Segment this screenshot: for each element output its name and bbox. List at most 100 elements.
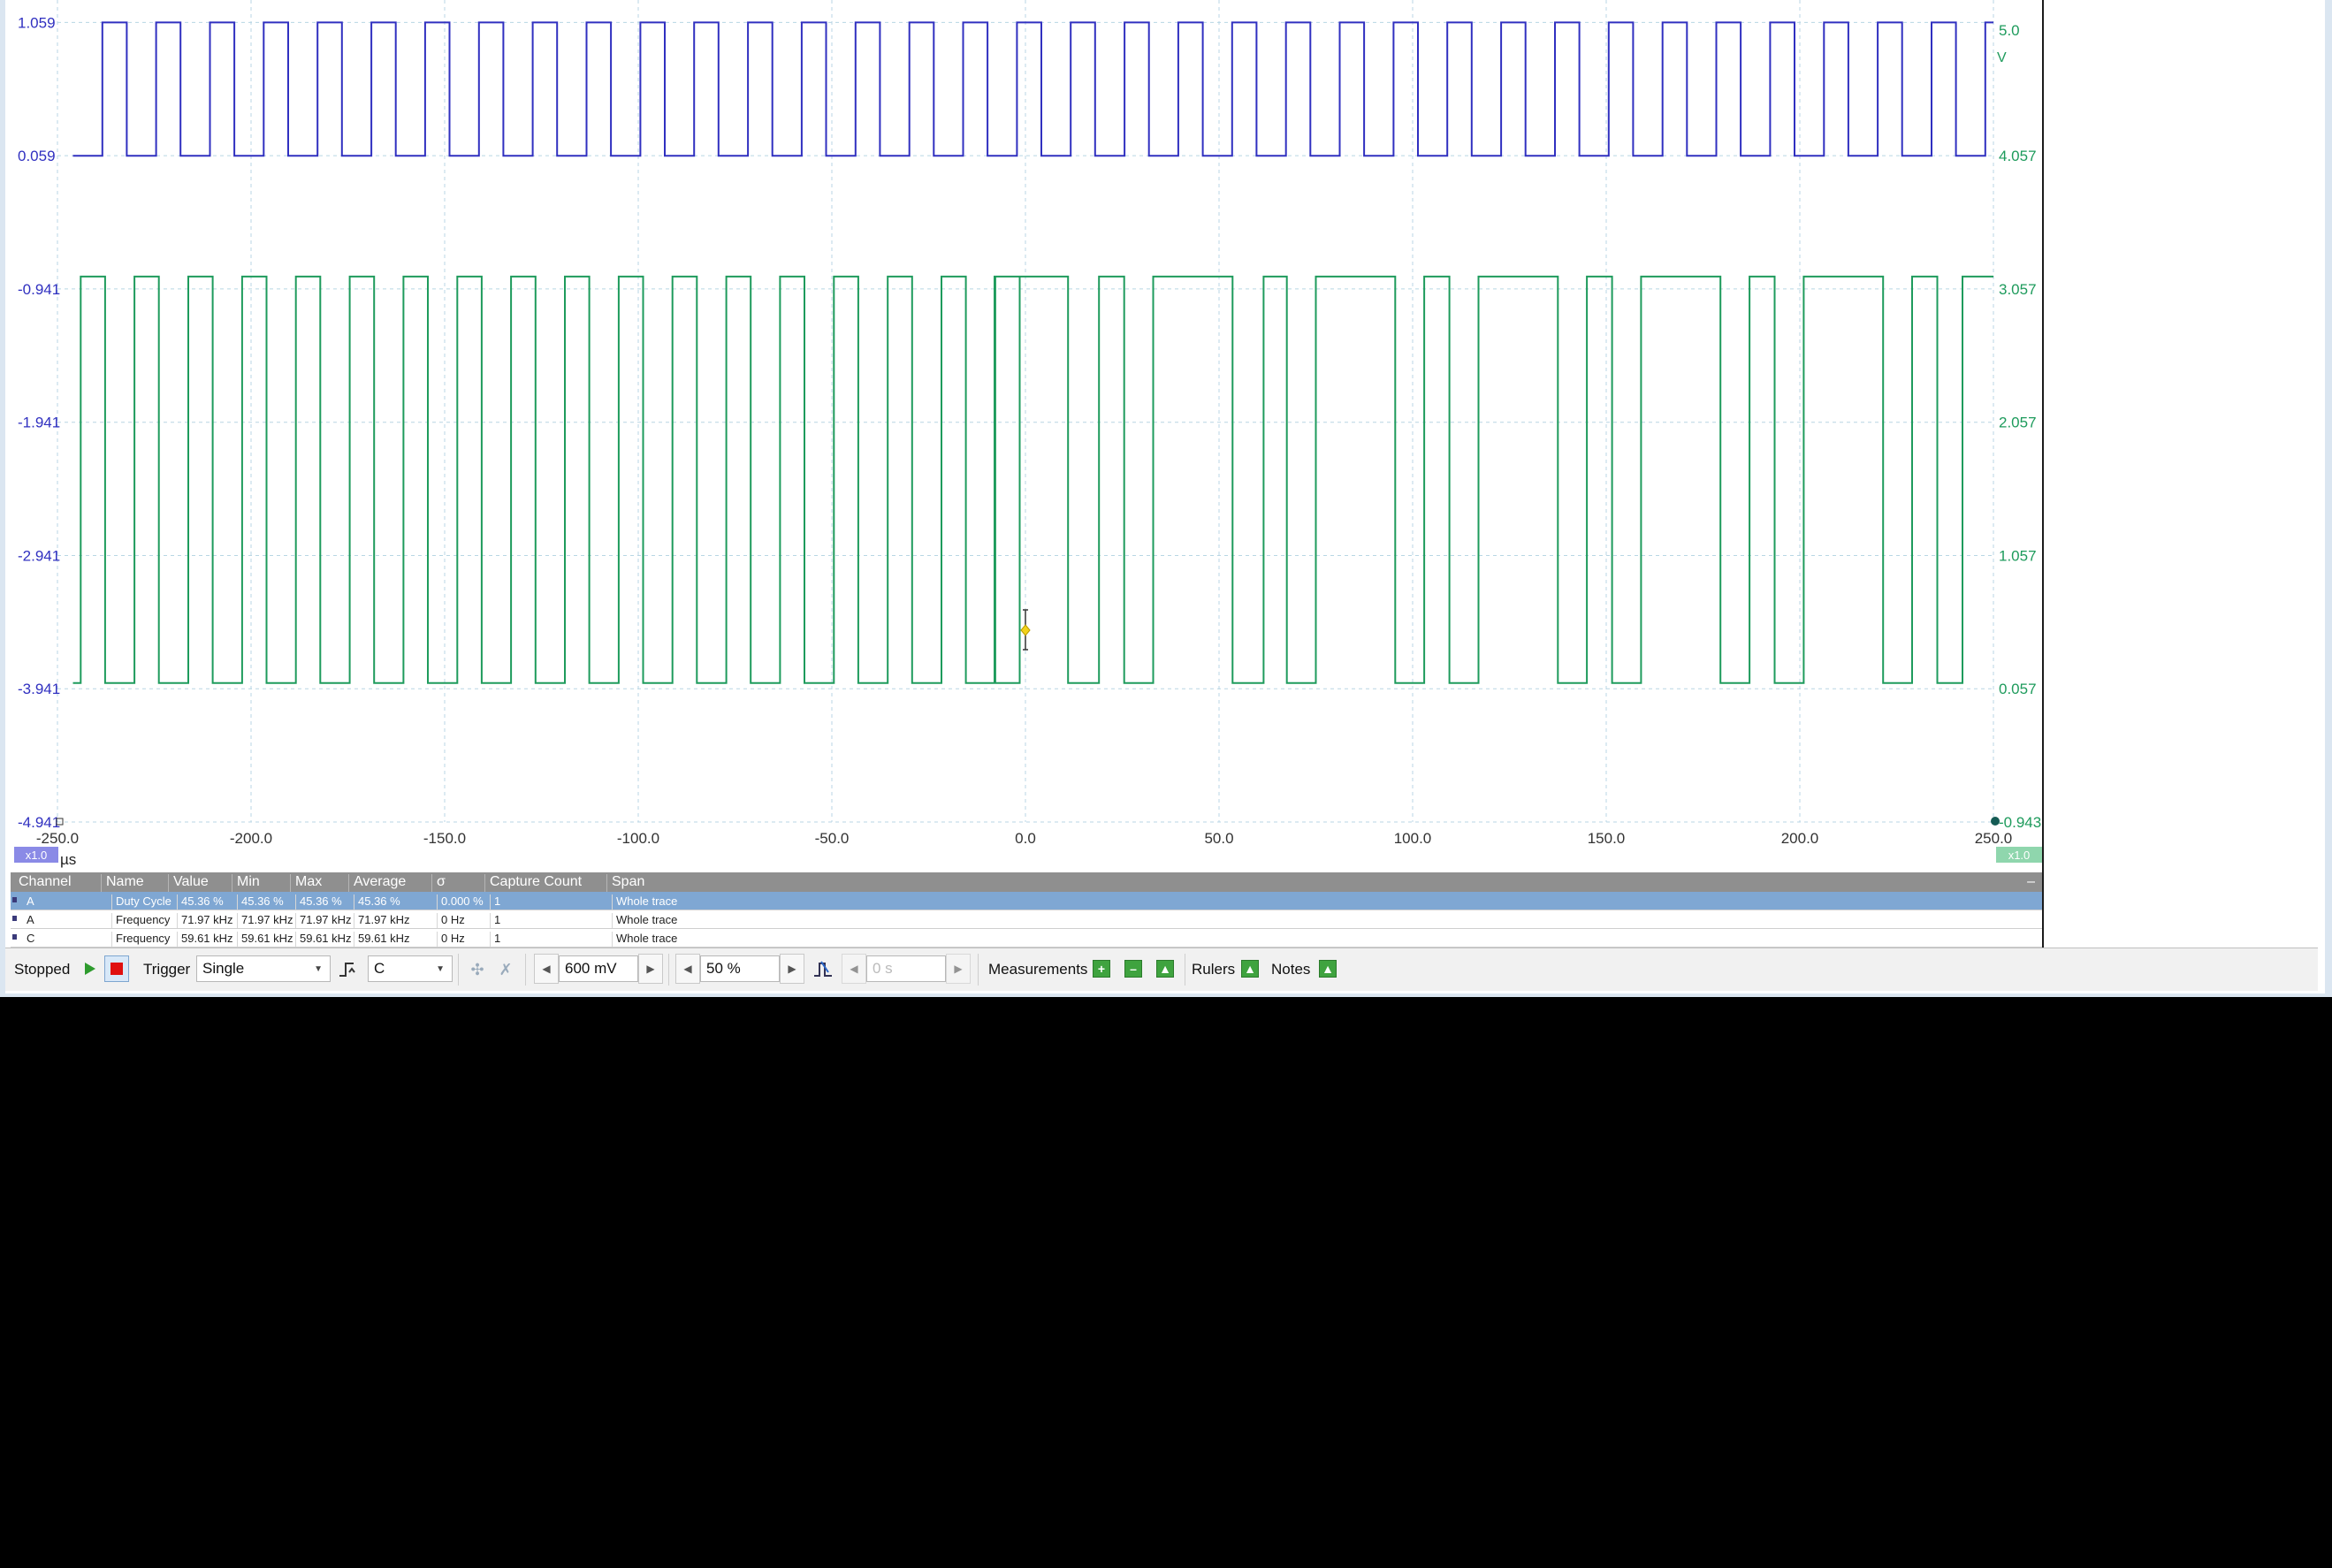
x-tick-label: 50.0 bbox=[1204, 830, 1233, 847]
table-row[interactable]: A Duty Cycle 45.36 % 45.36 % 45.36 % 45.36 % 0… bbox=[11, 892, 2042, 910]
wand-off-icon: ✗ bbox=[499, 960, 513, 978]
trigger-marker[interactable] bbox=[1020, 624, 1031, 636]
left-tick-label: -4.941 bbox=[18, 814, 60, 831]
cell-sigma: 0 Hz bbox=[437, 932, 465, 947]
measurements-label: Measurements bbox=[988, 961, 1088, 978]
cell-average: 45.36 % bbox=[354, 894, 400, 910]
cell-span: Whole trace bbox=[612, 894, 677, 910]
waveform-chart[interactable]: 1.059 0.059 -0.941 -1.941 -2.941 -3.941 -4.941… bbox=[5, 0, 2042, 872]
threshold-increase-button[interactable]: ▶ bbox=[638, 954, 663, 984]
pretrigger-decrease-button[interactable]: ◀ bbox=[675, 954, 700, 984]
notes-button[interactable]: ▲ bbox=[1319, 960, 1337, 978]
col-channel[interactable]: Channel bbox=[14, 874, 72, 892]
delay-decrease-button[interactable]: ◀ bbox=[842, 954, 866, 984]
trigger-source-select[interactable]: C ▼ bbox=[368, 955, 453, 982]
left-tick-label: -2.941 bbox=[18, 547, 60, 564]
collapse-button[interactable]: – bbox=[2023, 874, 2035, 892]
col-min[interactable]: Min bbox=[232, 874, 260, 892]
col-sigma[interactable]: σ bbox=[431, 874, 446, 892]
left-tick-label: -3.941 bbox=[18, 681, 60, 697]
threshold-decrease-button[interactable]: ◀ bbox=[534, 954, 559, 984]
plus-icon: + bbox=[1097, 962, 1106, 976]
separator bbox=[458, 954, 459, 986]
chevron-right-icon: ▶ bbox=[646, 963, 655, 975]
left-zoom-badge-text: x1.0 bbox=[26, 849, 48, 862]
table-row[interactable]: C Frequency 59.61 kHz 59.61 kHz 59.61 kHz 59.… bbox=[11, 929, 2042, 948]
cell-max: 71.97 kHz bbox=[295, 913, 352, 928]
cell-count: 1 bbox=[490, 894, 500, 910]
right-tick-label: 2.057 bbox=[1999, 415, 2037, 431]
cell-average: 59.61 kHz bbox=[354, 932, 410, 947]
trigger-edge-button[interactable] bbox=[336, 957, 361, 982]
right-axis-unit: V bbox=[1997, 50, 2007, 65]
separator bbox=[668, 954, 669, 986]
chevron-left-icon: ◀ bbox=[542, 963, 551, 975]
delay-value: 0 s bbox=[873, 960, 893, 977]
clear-arm-button[interactable]: ✗ bbox=[493, 957, 518, 982]
cell-count: 1 bbox=[490, 932, 500, 947]
right-tick-label: 5.0 bbox=[1999, 22, 2020, 39]
col-span[interactable]: Span bbox=[606, 874, 644, 892]
x-tick-label: -50.0 bbox=[815, 830, 850, 847]
stop-button[interactable] bbox=[104, 955, 129, 982]
separator bbox=[525, 954, 526, 986]
col-value[interactable]: Value bbox=[168, 874, 209, 892]
rising-edge-icon bbox=[339, 963, 355, 977]
pretrigger-value: 50 % bbox=[706, 960, 741, 977]
right-tick-label: 1.057 bbox=[1999, 547, 2037, 564]
right-tick-label: 4.057 bbox=[1999, 148, 2037, 164]
col-capture-count[interactable]: Capture Count bbox=[484, 874, 582, 892]
delay-input[interactable]: 0 s bbox=[866, 955, 946, 982]
cell-count: 1 bbox=[490, 913, 500, 928]
cell-max: 59.61 kHz bbox=[295, 932, 352, 947]
add-measurement-button[interactable]: + bbox=[1093, 960, 1110, 978]
auto-arm-button[interactable]: ✣ bbox=[465, 957, 490, 982]
cell-channel: A bbox=[27, 894, 34, 908]
cell-average: 71.97 kHz bbox=[354, 913, 410, 928]
threshold-input[interactable]: 600 mV bbox=[559, 955, 638, 982]
cell-channel: C bbox=[27, 932, 35, 945]
right-axis-marker[interactable] bbox=[1991, 817, 2000, 826]
cell-name: Frequency bbox=[111, 932, 170, 947]
channel-c-trace[interactable] bbox=[72, 275, 1994, 684]
cell-value: 59.61 kHz bbox=[177, 932, 233, 947]
chevron-left-icon: ◀ bbox=[683, 963, 692, 975]
cell-name: Frequency bbox=[111, 913, 170, 928]
right-tick-label: 3.057 bbox=[1999, 281, 2037, 298]
col-average[interactable]: Average bbox=[348, 874, 406, 892]
x-axis-unit: µs bbox=[60, 851, 76, 868]
wand-icon: ✣ bbox=[470, 960, 484, 978]
right-zoom-badge-text: x1.0 bbox=[2008, 849, 2031, 862]
cell-value: 71.97 kHz bbox=[177, 913, 233, 928]
row-marker bbox=[12, 897, 17, 902]
table-row[interactable]: A Frequency 71.97 kHz 71.97 kHz 71.97 kHz 71.… bbox=[11, 910, 2042, 929]
pretrigger-input[interactable]: 50 % bbox=[700, 955, 780, 982]
trigger-mode-select[interactable]: Single ▼ bbox=[196, 955, 331, 982]
left-tick-label: -0.941 bbox=[18, 281, 60, 298]
col-max[interactable]: Max bbox=[290, 874, 322, 892]
trigger-mode-value: Single bbox=[202, 960, 245, 977]
x-tick-label: -200.0 bbox=[230, 830, 272, 847]
edit-measurement-button[interactable]: ▲ bbox=[1156, 960, 1174, 978]
rulers-button[interactable]: ▲ bbox=[1241, 960, 1259, 978]
cell-sigma: 0 Hz bbox=[437, 913, 465, 928]
delay-increase-button[interactable]: ▶ bbox=[946, 954, 971, 984]
edit-icon: ▲ bbox=[1159, 962, 1171, 976]
post-trigger-button[interactable] bbox=[810, 957, 836, 982]
separator bbox=[978, 954, 979, 986]
cell-min: 71.97 kHz bbox=[237, 913, 293, 928]
rulers-label: Rulers bbox=[1192, 961, 1236, 978]
trigger-source-value: C bbox=[374, 960, 385, 977]
measurements-table[interactable]: Channel Name Value Min Max Average σ Cap… bbox=[11, 872, 2042, 948]
col-name[interactable]: Name bbox=[101, 874, 144, 892]
notes-label: Notes bbox=[1271, 961, 1311, 978]
delete-measurement-button[interactable]: – bbox=[1124, 960, 1142, 978]
status-label: Stopped bbox=[14, 961, 71, 978]
cell-name: Duty Cycle bbox=[111, 894, 171, 910]
scope-view[interactable]: 1.059 0.059 -0.941 -1.941 -2.941 -3.941 -4.941… bbox=[5, 0, 2042, 872]
channel-a-trace[interactable] bbox=[72, 21, 1994, 157]
run-button[interactable] bbox=[81, 959, 99, 978]
left-tick-label: 0.059 bbox=[18, 148, 56, 164]
cell-span: Whole trace bbox=[612, 913, 677, 928]
pretrigger-increase-button[interactable]: ▶ bbox=[780, 954, 804, 984]
